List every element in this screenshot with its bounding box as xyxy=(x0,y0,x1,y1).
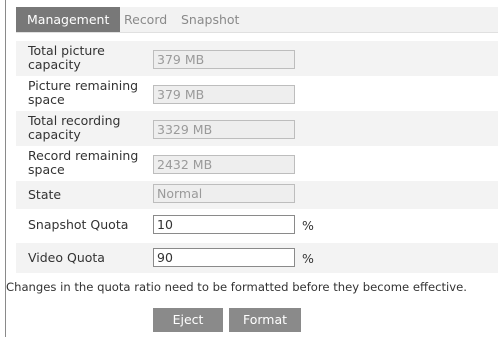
state-value: Normal xyxy=(153,184,295,203)
format-button[interactable]: Format xyxy=(229,308,301,332)
record-remaining-space-value: 2432 MB xyxy=(153,155,295,174)
record-remaining-space-label: Record remaining space xyxy=(28,148,139,177)
video-quota-input[interactable] xyxy=(153,248,295,267)
picture-remaining-space-value: 379 MB xyxy=(153,85,295,104)
eject-button[interactable]: Eject xyxy=(153,308,223,332)
tab-bar: Management Record Snapshot xyxy=(16,7,498,33)
state-label: State xyxy=(28,187,62,202)
row-video-quota: Video Quota % xyxy=(16,243,498,273)
snapshot-quota-input[interactable] xyxy=(153,215,295,234)
row-total-recording-capacity: Total recording capacity 3329 MB xyxy=(16,111,498,146)
storage-management-panel: Management Record Snapshot Total picture… xyxy=(0,0,504,337)
row-state: State Normal xyxy=(16,181,498,209)
video-quota-unit: % xyxy=(302,251,314,266)
row-record-remaining-space: Record remaining space 2432 MB xyxy=(16,146,498,181)
snapshot-quota-label: Snapshot Quota xyxy=(28,217,129,232)
tab-snapshot[interactable]: Snapshot xyxy=(181,7,239,32)
total-picture-capacity-value: 379 MB xyxy=(153,50,295,69)
row-snapshot-quota: Snapshot Quota % xyxy=(16,209,498,240)
row-total-picture-capacity: Total picture capacity 379 MB xyxy=(16,41,498,76)
tab-management[interactable]: Management xyxy=(16,7,121,32)
snapshot-quota-unit: % xyxy=(302,218,314,233)
row-picture-remaining-space: Picture remaining space 379 MB xyxy=(16,76,498,111)
picture-remaining-space-label: Picture remaining space xyxy=(28,78,139,107)
quota-format-note: Changes in the quota ratio need to be fo… xyxy=(6,280,467,294)
tab-record[interactable]: Record xyxy=(124,7,167,32)
video-quota-label: Video Quota xyxy=(28,250,105,265)
total-recording-capacity-label: Total recording capacity xyxy=(28,113,121,142)
total-picture-capacity-label: Total picture capacity xyxy=(28,43,105,72)
total-recording-capacity-value: 3329 MB xyxy=(153,120,295,139)
